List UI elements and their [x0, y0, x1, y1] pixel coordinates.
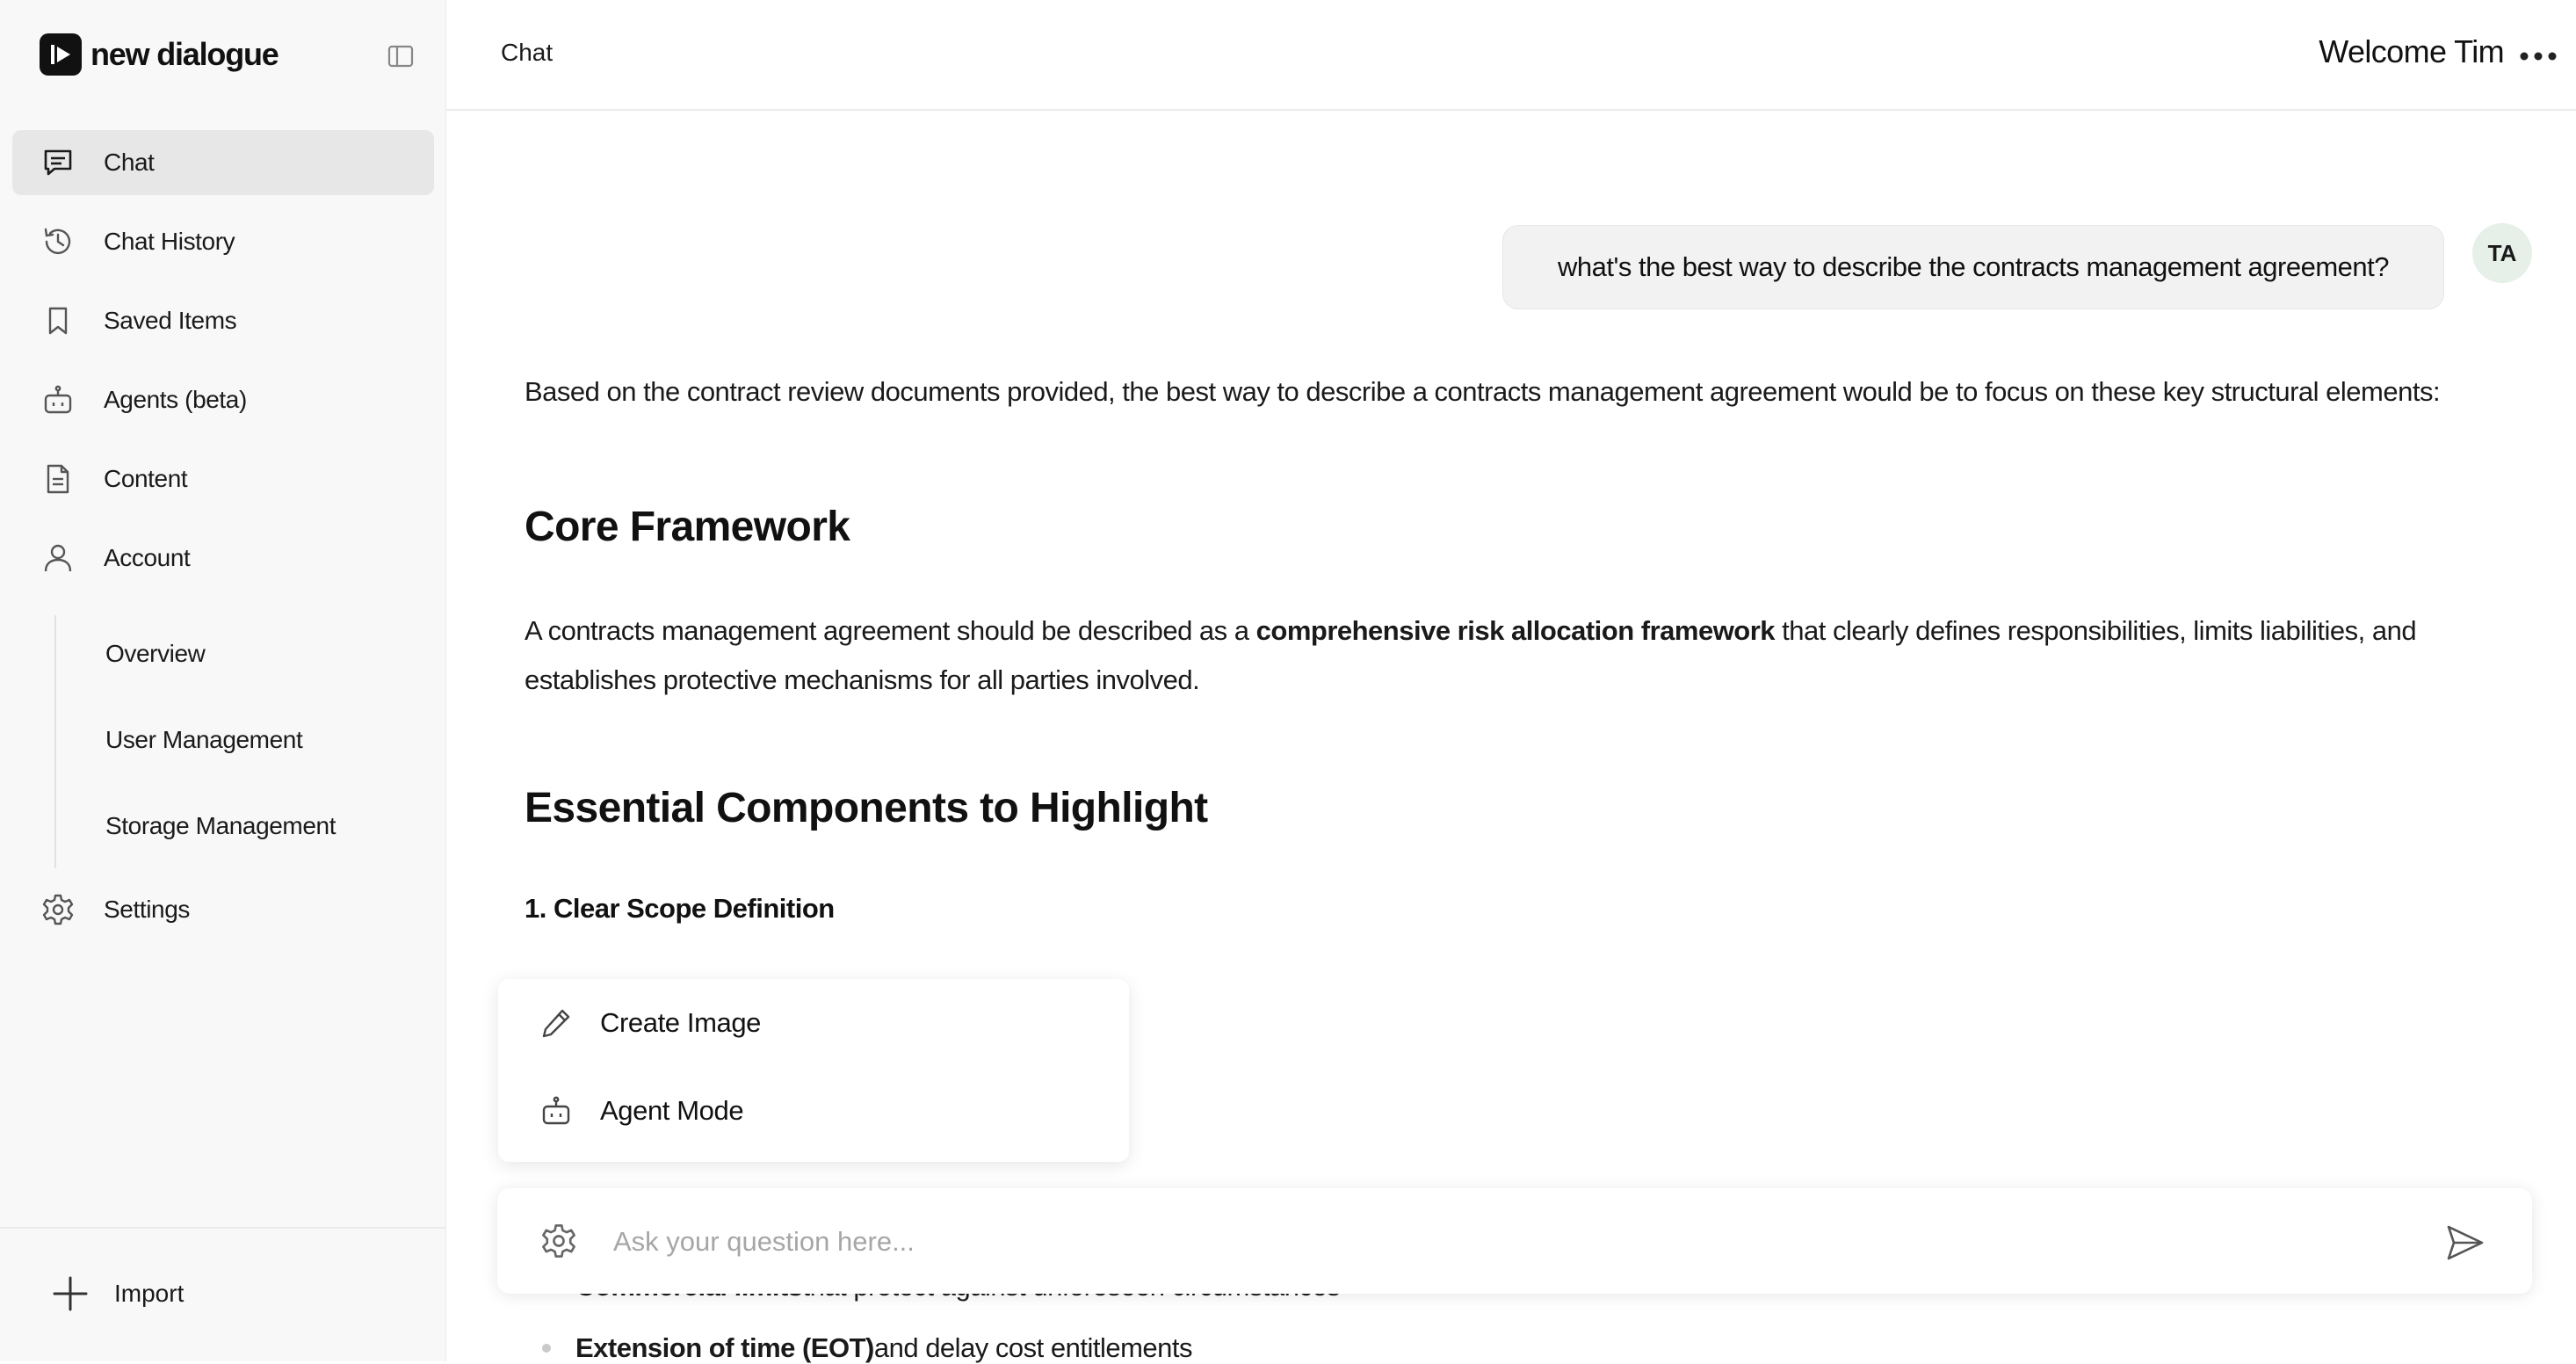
sidebar-item-saved-items[interactable]: Saved Items [12, 288, 434, 353]
menu-item-agent-mode[interactable]: Agent Mode [539, 1093, 744, 1128]
app-logo[interactable]: new dialogue [40, 33, 279, 76]
sidebar-item-chat-history[interactable]: Chat History [12, 209, 434, 274]
bookmark-icon [40, 303, 76, 338]
menu-item-label: Create Image [600, 1007, 762, 1038]
menu-item-create-image[interactable]: Create Image [539, 1005, 761, 1041]
sidebar-toggle-icon[interactable] [385, 40, 416, 72]
import-button[interactable]: Import [51, 1274, 184, 1313]
bullet-bold: Extension of time (EOT) [575, 1332, 874, 1363]
logo-mark-icon [40, 33, 82, 76]
robot-icon [40, 382, 76, 417]
gear-icon [539, 1222, 578, 1260]
sidebar-item-label: Content [104, 465, 188, 492]
bullet-text: and delay cost entitlements [873, 1332, 1193, 1363]
bullet-dot [542, 1344, 551, 1353]
list-item: Extension of time (EOT) and delay cost e… [542, 1332, 1193, 1364]
core-text-bold: comprehensive risk allocation framework [1255, 615, 1776, 646]
core-text-before: A contracts management agreement should … [525, 615, 1256, 646]
document-icon [40, 461, 76, 497]
response-intro: Based on the contract review documents p… [525, 376, 2441, 407]
sidebar-divider [0, 1227, 446, 1229]
avatar[interactable]: TA [2472, 223, 2532, 283]
sidebar-item-agents[interactable]: Agents (beta) [12, 367, 434, 432]
composer [497, 1188, 2532, 1294]
response-scope-title: 1. Clear Scope Definition [525, 893, 835, 924]
send-button[interactable] [2444, 1222, 2486, 1264]
composer-tools-button[interactable] [539, 1222, 578, 1260]
more-options-button[interactable] [2516, 37, 2560, 76]
sidebar-item-content[interactable]: Content [12, 446, 434, 512]
sidebar-item-label: Saved Items [104, 307, 237, 334]
response-heading-core: Core Framework [525, 504, 850, 550]
sidebar-item-label: Chat [104, 149, 155, 176]
response-heading-essential: Essential Components to Highlight [525, 785, 1208, 831]
user-message-bubble: what's the best way to describe the cont… [1502, 225, 2444, 309]
pencil-icon [539, 1005, 574, 1041]
sidebar-item-account[interactable]: Account [12, 526, 434, 591]
gear-icon [40, 892, 76, 927]
sidebar-item-chat[interactable]: Chat [12, 130, 434, 195]
import-label: Import [114, 1280, 185, 1307]
subnav-divider [54, 615, 56, 868]
history-icon [40, 224, 76, 259]
send-icon [2444, 1222, 2486, 1264]
chat-input[interactable] [611, 1213, 2337, 1271]
response-core-paragraph: A contracts management agreement should … [525, 606, 2519, 705]
plus-icon [51, 1274, 90, 1313]
sidebar-item-label: Chat History [104, 228, 235, 255]
welcome-text: Welcome Tim [2319, 33, 2504, 69]
sidebar: new dialogue Chat Chat History Saved Ite… [0, 0, 446, 1361]
robot-icon [539, 1093, 574, 1128]
user-icon [40, 541, 76, 576]
sidebar-item-label: Settings [104, 896, 190, 923]
sidebar-item-label: Account [104, 544, 191, 571]
top-header: Chat Welcome Tim [446, 0, 2576, 111]
sidebar-subitem-overview[interactable]: Overview [105, 640, 206, 668]
sidebar-item-label: Agents (beta) [104, 386, 247, 413]
chat-icon [40, 145, 76, 180]
ellipsis-icon [2519, 51, 2558, 62]
menu-item-label: Agent Mode [600, 1095, 744, 1126]
logo-text: new dialogue [90, 36, 279, 72]
sidebar-subitem-user-management[interactable]: User Management [105, 726, 303, 754]
sidebar-subitem-storage-management[interactable]: Storage Management [105, 812, 336, 840]
sidebar-item-settings[interactable]: Settings [12, 877, 434, 942]
page-title: Chat [501, 39, 554, 66]
tools-menu: Create Image Agent Mode [498, 979, 1129, 1162]
